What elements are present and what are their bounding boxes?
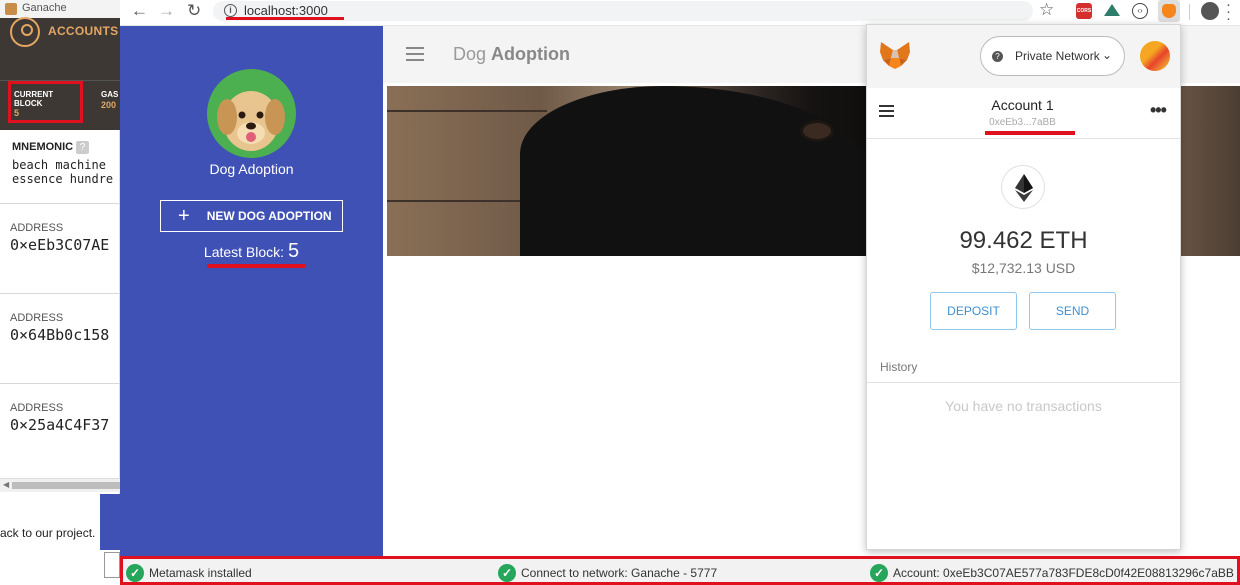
current-block-stat: CURRENT BLOCK 5: [8, 81, 83, 123]
reload-icon[interactable]: ↻: [187, 1, 201, 21]
banner-dog-eye: [800, 120, 834, 142]
dog-avatar: [207, 69, 296, 158]
address-value: 0×25a4C4F37: [10, 416, 110, 434]
profile-avatar[interactable]: [1201, 2, 1219, 20]
divider: [867, 138, 1180, 139]
background-window-edge: [100, 494, 120, 550]
dog-illustration-icon: [217, 91, 285, 151]
deposit-button[interactable]: DEPOSIT: [930, 292, 1017, 330]
address-label: ADDRESS: [10, 222, 64, 234]
network-status-icon: ?: [992, 50, 1003, 62]
address-value: 0×64Bb0c158: [10, 326, 110, 344]
status-account: ✓ Account: 0xeEb3C07AE577a783FDE8cD0f42E…: [870, 564, 1234, 582]
check-circle-icon: ✓: [498, 564, 516, 582]
metamask-fox-icon[interactable]: [1162, 4, 1176, 18]
mnemonic-line: essence hundre: [12, 172, 114, 186]
eth-balance: 99.462 ETH: [959, 227, 1088, 254]
browser-menu-icon[interactable]: · · ·: [1226, 0, 1231, 26]
account-row[interactable]: ADDRESS 0×25a4C4F37: [0, 383, 120, 473]
history-heading: History: [880, 360, 918, 374]
mnemonic-line: beach machine: [12, 158, 106, 172]
code-extension-icon[interactable]: ‹›: [1132, 3, 1148, 19]
forward-arrow-icon[interactable]: →: [158, 1, 175, 21]
ethereum-icon: [1001, 165, 1045, 209]
status-metamask: ✓ Metamask installed: [126, 564, 252, 582]
chevron-down-icon: ⌄: [1101, 48, 1112, 62]
scrollbar-thumb[interactable]: [12, 482, 120, 489]
usd-balance: $12,732.13 USD: [971, 260, 1076, 276]
accounts-icon[interactable]: [10, 17, 40, 47]
metamask-logo-icon: [879, 40, 911, 70]
sidebar-app-name: Dog Adoption: [209, 161, 294, 177]
network-name: Private Network: [1015, 49, 1100, 63]
mnemonic-label: MNEMONIC: [12, 141, 74, 153]
new-dog-adoption-button[interactable]: + NEW DOG ADOPTION: [160, 200, 343, 232]
document-text: ack to our project.: [0, 526, 96, 540]
account-row[interactable]: ADDRESS 0×64Bb0c158: [0, 293, 120, 383]
gas-value: 200: [101, 100, 117, 110]
info-icon[interactable]: i: [224, 4, 237, 17]
status-network-text: Connect to network: Ganache - 5777: [521, 566, 718, 580]
address-label: ADDRESS: [10, 312, 64, 324]
url-text[interactable]: localhost:3000: [244, 3, 328, 18]
url-highlight-underline: [226, 17, 344, 20]
bookmark-star-icon[interactable]: ☆: [1039, 0, 1054, 20]
dapp-title: Dog Adoption: [453, 44, 570, 65]
triangle-extension-icon[interactable]: [1104, 4, 1120, 16]
address-label: ADDRESS: [10, 402, 64, 414]
account-address-short[interactable]: 0xeEb3...7aBB: [960, 117, 1085, 128]
mnemonic-help-icon[interactable]: ?: [76, 141, 89, 154]
accounts-nav-label[interactable]: ACCOUNTS: [48, 24, 118, 38]
back-arrow-icon[interactable]: ←: [131, 1, 148, 21]
status-account-text: Account: 0xeEb3C07AE577a783FDE8cD0f42E08…: [893, 566, 1234, 580]
gas-label: GAS: [101, 90, 119, 99]
check-circle-icon: ✓: [126, 564, 144, 582]
status-network: ✓ Connect to network: Ganache - 5777: [498, 564, 717, 582]
send-button[interactable]: SEND: [1029, 292, 1116, 330]
address-highlight-underline: [985, 131, 1075, 135]
dapp-title-suffix: Adoption: [491, 44, 571, 64]
ganache-logo-icon: [5, 3, 17, 15]
cors-extension-icon[interactable]: CORS: [1076, 3, 1092, 19]
divider: [867, 382, 1180, 383]
banner-plank-line: [387, 110, 547, 112]
address-value: 0×eEb3C07AE: [10, 236, 110, 254]
latest-block-value: 5: [287, 240, 300, 262]
account-name[interactable]: Account 1: [960, 97, 1085, 113]
status-metamask-text: Metamask installed: [149, 566, 252, 580]
current-block-value: 5: [14, 108, 20, 118]
banner-plank-line: [387, 200, 527, 202]
dapp-title-prefix: Dog: [453, 44, 487, 64]
current-block-label: CURRENT BLOCK: [14, 90, 54, 108]
account-options-icon[interactable]: •••: [1150, 100, 1167, 121]
network-selector[interactable]: ? Private Network ⌄: [980, 36, 1125, 76]
latest-block-label: Latest Block:: [203, 244, 285, 260]
ganache-title: Ganache: [22, 2, 67, 14]
background-checkbox: [104, 552, 120, 578]
plus-icon: +: [178, 205, 190, 227]
latest-block-display: Latest Block: 5: [120, 240, 383, 263]
ganache-titlebar: Ganache: [0, 0, 120, 18]
account-row[interactable]: ADDRESS 0×eEb3C07AE: [0, 203, 120, 293]
latest-block-highlight: [207, 264, 305, 268]
scroll-left-arrow-icon[interactable]: ◀: [3, 480, 9, 489]
toolbar-divider: [1189, 4, 1190, 20]
account-avatar[interactable]: [1140, 41, 1170, 71]
no-transactions-message: You have no transactions: [945, 398, 1102, 414]
hamburger-menu-icon[interactable]: [406, 47, 424, 61]
mnemonic-text: beach machine essence hundre: [12, 158, 120, 186]
new-dog-adoption-label: NEW DOG ADOPTION: [206, 209, 332, 223]
check-circle-icon: ✓: [870, 564, 888, 582]
metamask-menu-icon[interactable]: [879, 105, 894, 118]
